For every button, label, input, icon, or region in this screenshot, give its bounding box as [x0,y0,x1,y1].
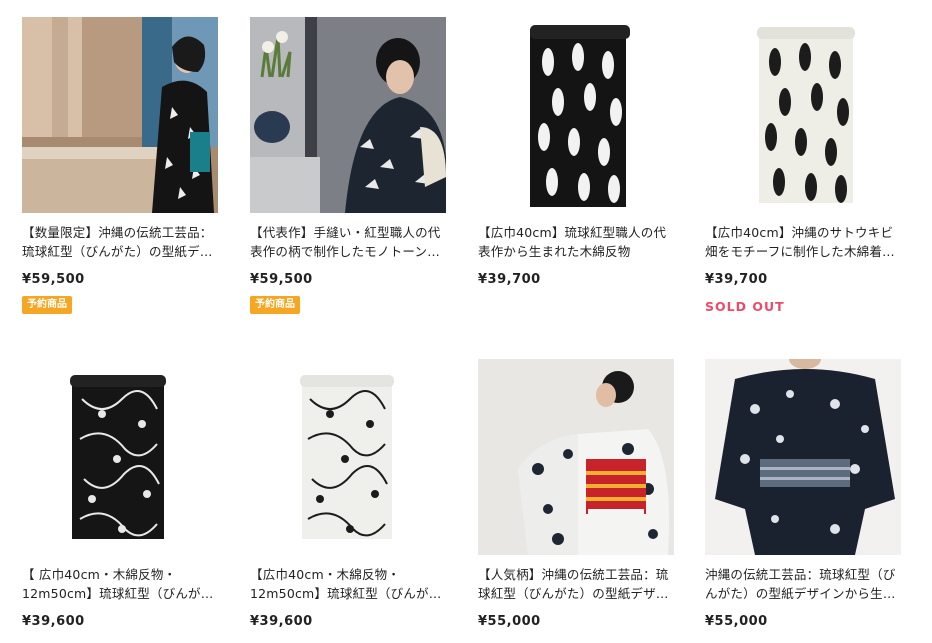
product-price: ¥39,600 [22,614,85,629]
product-image[interactable] [250,17,446,213]
product-card[interactable]: 沖縄の伝統工芸品：琉球紅型（びんがた）の型紙デザインから生ま… ¥55,000 [705,359,901,629]
product-grid: 【数量限定】沖縄の伝統工芸品：琉球紅型（びんがた）の型紙デザイ… ¥59,500… [0,0,932,643]
product-price: ¥59,500 [250,272,313,287]
product-image[interactable] [250,359,446,555]
product-image[interactable] [22,17,218,213]
product-card[interactable]: 【数量限定】沖縄の伝統工芸品：琉球紅型（びんがた）の型紙デザイ… ¥59,500… [22,17,218,314]
preorder-badge: 予約商品 [250,296,300,314]
product-title[interactable]: 【広巾40cm・木綿反物・12m50cm】琉球紅型（びんがた）の型紙… [250,565,446,603]
product-price: ¥55,000 [705,614,768,629]
product-title[interactable]: 【 広巾40cm・木綿反物・12m50cm】琉球紅型（びんがた）の型紙… [22,565,218,603]
product-title[interactable]: 沖縄の伝統工芸品：琉球紅型（びんがた）の型紙デザインから生ま… [705,565,901,603]
product-card[interactable]: 【人気柄】沖縄の伝統工芸品：琉球紅型（びんがた）の型紙デザイン… ¥55,000 [478,359,674,629]
product-card[interactable]: 【代表作】手縫い・紅型職人の代表作の柄で制作したモノトーン着… ¥59,500 … [250,17,446,314]
sold-out-label: SOLD OUT [705,299,785,314]
product-price: ¥59,500 [22,272,85,287]
product-card[interactable]: 【広巾40cm】琉球紅型職人の代表作から生まれた木綿反物 ¥39,700 [478,17,674,287]
product-price: ¥39,600 [250,614,313,629]
product-price: ¥39,700 [478,272,541,287]
product-title[interactable]: 【代表作】手縫い・紅型職人の代表作の柄で制作したモノトーン着… [250,223,446,261]
product-title[interactable]: 【人気柄】沖縄の伝統工芸品：琉球紅型（びんがた）の型紙デザイン… [478,565,674,603]
product-title[interactable]: 【数量限定】沖縄の伝統工芸品：琉球紅型（びんがた）の型紙デザイ… [22,223,218,261]
product-image[interactable] [22,359,218,555]
product-image[interactable] [478,17,674,213]
product-image[interactable] [705,359,901,555]
preorder-badge: 予約商品 [22,296,72,314]
product-card[interactable]: 【広巾40cm・木綿反物・12m50cm】琉球紅型（びんがた）の型紙… ¥39,… [250,359,446,629]
product-title[interactable]: 【広巾40cm】沖縄のサトウキビ畑をモチーフに制作した木綿着物… [705,223,901,261]
product-image[interactable] [478,359,674,555]
product-card[interactable]: 【 広巾40cm・木綿反物・12m50cm】琉球紅型（びんがた）の型紙… ¥39… [22,359,218,629]
product-image[interactable] [705,17,901,213]
product-price: ¥39,700 [705,272,768,287]
product-title[interactable]: 【広巾40cm】琉球紅型職人の代表作から生まれた木綿反物 [478,223,674,261]
product-card[interactable]: 【広巾40cm】沖縄のサトウキビ畑をモチーフに制作した木綿着物… ¥39,700… [705,17,901,314]
product-price: ¥55,000 [478,614,541,629]
